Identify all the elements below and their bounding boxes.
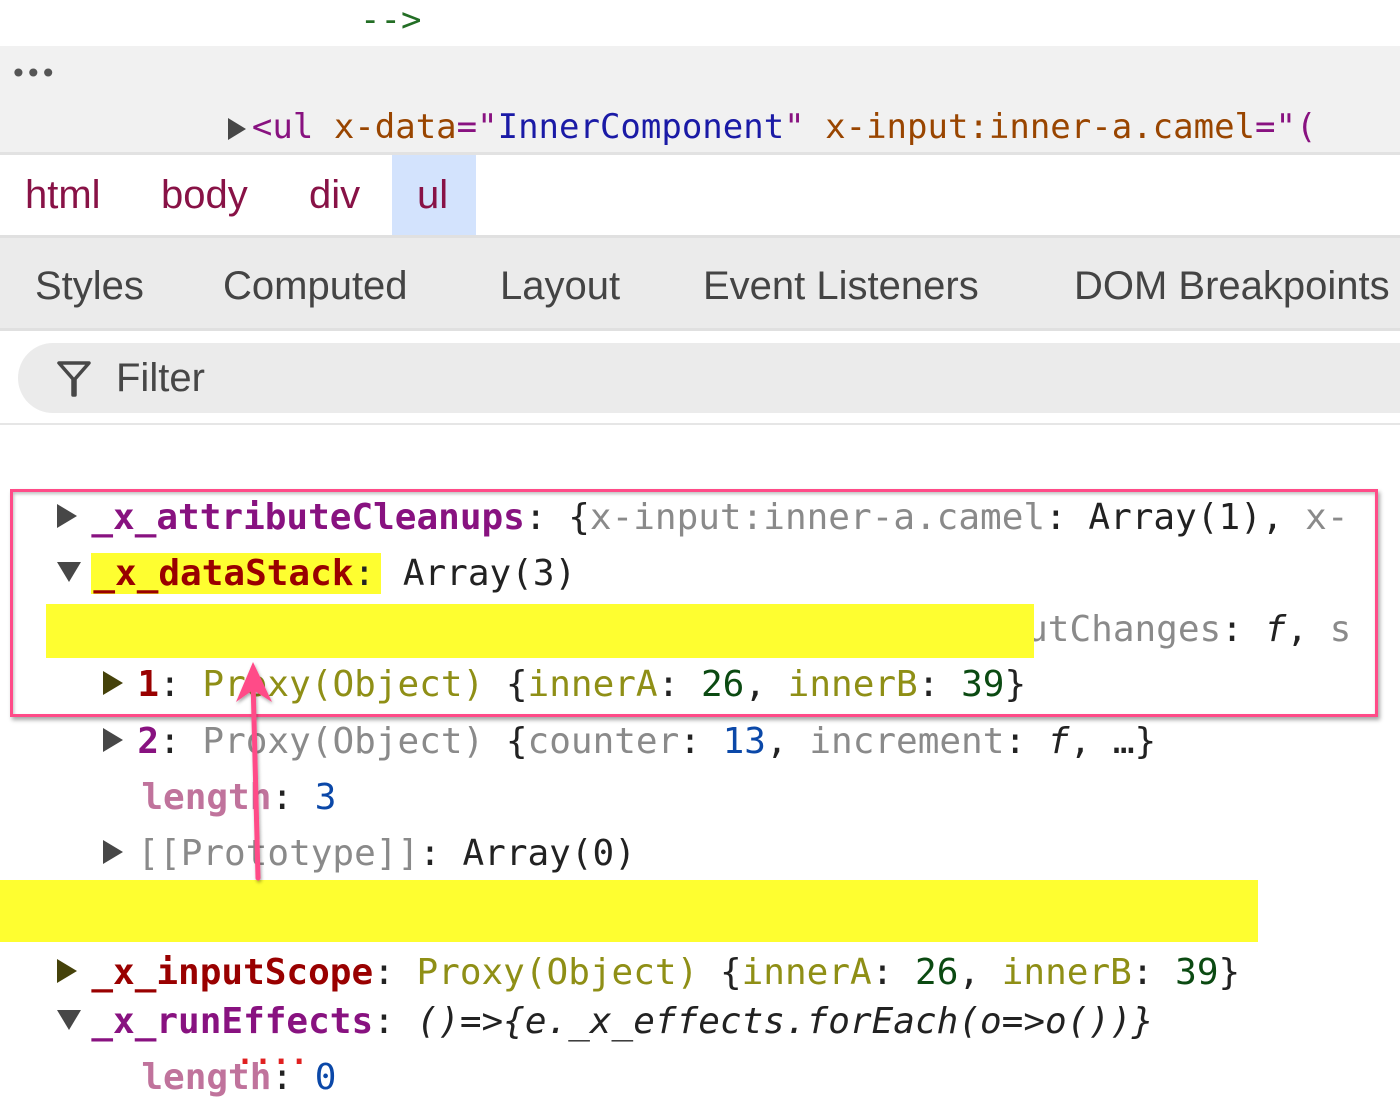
prop-data-stack[interactable]: _x_dataStack: Array(3) xyxy=(14,490,576,594)
prop-inner-key: x-input:inner-a.camel xyxy=(589,497,1046,538)
brace: } xyxy=(1134,721,1157,762)
item-value: f xyxy=(1264,609,1287,650)
filter-input[interactable]: Filter xyxy=(18,343,1400,413)
item-value: 13 xyxy=(722,721,766,762)
breadcrumb-html[interactable]: html xyxy=(0,155,126,235)
more-indicator: .... xyxy=(236,1040,309,1066)
prop-effects[interactable]: _x_effects: Set(1) {f} xyxy=(14,826,568,930)
brace: { xyxy=(505,721,528,762)
tab-dom-breakpoints[interactable]: DOM Breakpoints xyxy=(1074,238,1390,328)
data-stack-prototype[interactable]: [[Prototype]]: Array(0) xyxy=(60,770,636,874)
item-key: counter xyxy=(527,721,680,762)
item-trail: s xyxy=(1329,609,1352,650)
scope-value: 39 xyxy=(1175,952,1219,993)
prop-input-scope[interactable]: _x_inputScope: Proxy(Object) {innerA: 26… xyxy=(0,880,1259,993)
item-rest: … xyxy=(1112,721,1135,762)
filter-placeholder: Filter xyxy=(116,356,205,400)
prop-run-effects[interactable]: _x_runEffects: ()=>{e._x_effects.forEach… xyxy=(14,938,1153,1042)
selected-dom-node[interactable]: ••• <ul x-data="InnerComponent" x-input:… xyxy=(0,46,1400,201)
data-stack-length: length: 3 xyxy=(141,777,337,818)
filter-bar: Filter xyxy=(0,331,1400,425)
breadcrumb-ul[interactable]: ul xyxy=(392,155,476,235)
tab-styles[interactable]: Styles xyxy=(35,238,144,328)
prop-value: ()=>{e._x_effects.forEach(o=>o())} xyxy=(416,1001,1154,1042)
node-more-dots-icon[interactable]: ••• xyxy=(10,54,57,94)
prop-attribute-cleanups[interactable]: _x_attributeCleanups: {x-input:inner-a.c… xyxy=(14,434,1349,538)
data-stack-item-1[interactable]: 1: Proxy(Object) {innerA: 26, innerB: 39… xyxy=(46,604,1035,705)
html-comment-close: --> xyxy=(360,0,422,40)
tab-computed[interactable]: Computed xyxy=(223,238,408,328)
filter-icon xyxy=(57,361,91,397)
item-value: f xyxy=(1047,721,1070,762)
data-stack-item-0[interactable]: 0: Proxy(Object) {total: 65, init: f, in… xyxy=(60,546,1351,650)
collapse-triangle-icon[interactable] xyxy=(57,1010,82,1030)
breadcrumb-body[interactable]: body xyxy=(136,155,273,235)
tab-layout[interactable]: Layout xyxy=(500,238,620,328)
breadcrumb: html body div ul xyxy=(0,155,1400,235)
data-stack-item-2[interactable]: 2: Proxy(Object) {counter: 13, increment… xyxy=(60,658,1156,762)
tab-event-listeners[interactable]: Event Listeners xyxy=(703,238,979,328)
prop-value: 0 xyxy=(314,1057,337,1098)
prop-inner-value: Array(1) xyxy=(1088,497,1262,538)
sidebar-tabs: Styles Computed Layout Event Listeners D… xyxy=(0,235,1400,331)
breadcrumb-div[interactable]: div xyxy=(284,155,385,235)
prop-trail: x- xyxy=(1305,497,1349,538)
item-key: increment xyxy=(809,721,1005,762)
brace: } xyxy=(1218,952,1241,993)
